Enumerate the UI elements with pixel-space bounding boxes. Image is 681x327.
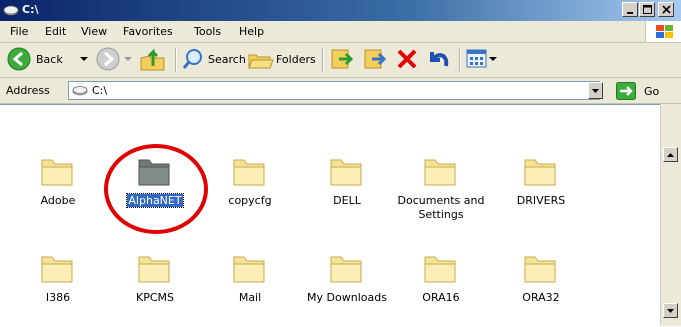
folder-icon	[524, 256, 556, 283]
forward-dropdown-icon[interactable]	[124, 57, 132, 63]
folder-label: KPCMS	[135, 291, 174, 304]
go-button-label[interactable]: Go	[644, 85, 659, 98]
chevron-up-icon	[667, 152, 674, 157]
menu-tools[interactable]: Tools	[194, 25, 221, 38]
address-input[interactable]	[68, 81, 600, 100]
folder-label: Adobe	[40, 194, 76, 207]
menu-favorites[interactable]: Favorites	[123, 25, 173, 38]
back-dropdown-icon[interactable]	[80, 57, 88, 63]
back-arrow-icon[interactable]	[7, 47, 31, 71]
window-title: C:\	[22, 3, 39, 16]
folder-label: DRIVERS	[516, 194, 566, 207]
folder-item[interactable]: Documents and Settings	[396, 154, 486, 222]
folder-item[interactable]: DELL	[302, 154, 392, 208]
search-button-label[interactable]: Search	[208, 53, 246, 66]
folder-icon	[424, 256, 456, 283]
folder-item[interactable]: copycfg	[205, 154, 295, 208]
windows-logo	[645, 21, 681, 42]
folder-icon	[41, 159, 73, 186]
search-icon[interactable]	[182, 48, 204, 70]
folder-item[interactable]: ORA32	[496, 251, 586, 305]
maximize-button[interactable]	[639, 2, 655, 17]
menu-edit[interactable]: Edit	[45, 25, 66, 38]
folder-item[interactable]: My Downloads	[302, 251, 392, 305]
folder-item[interactable]: DRIVERS	[496, 154, 586, 208]
close-icon	[661, 5, 671, 14]
go-arrow-icon[interactable]	[616, 82, 636, 100]
folders-icon[interactable]	[248, 47, 274, 71]
folders-button-label[interactable]: Folders	[276, 53, 316, 66]
views-dropdown-icon[interactable]	[489, 57, 497, 63]
folder-label: Mail	[238, 291, 262, 304]
folder-icon	[330, 256, 362, 283]
minimize-button[interactable]	[622, 2, 638, 17]
chevron-down-icon	[592, 88, 599, 93]
maximize-icon	[642, 5, 652, 14]
toolbar-separator	[175, 48, 177, 72]
up-folder-icon[interactable]	[139, 46, 167, 72]
back-button-label[interactable]: Back	[36, 53, 63, 66]
chevron-down-icon	[667, 308, 674, 313]
move-to-icon[interactable]	[329, 47, 355, 71]
folder-label: ORA16	[422, 291, 460, 304]
annotation-circle	[104, 144, 208, 234]
folder-icon	[41, 256, 73, 283]
menu-help[interactable]: Help	[239, 25, 264, 38]
title-bar	[0, 0, 681, 21]
folder-label: Documents and Settings	[397, 194, 485, 221]
folder-item[interactable]: ORA16	[396, 251, 486, 305]
folder-label: My Downloads	[307, 291, 387, 304]
folder-icon	[233, 256, 265, 283]
folder-icon	[330, 159, 362, 186]
folder-label: DELL	[333, 194, 361, 207]
folder-item[interactable]: KPCMS	[110, 251, 200, 305]
drive-icon	[72, 86, 88, 96]
scroll-down-button[interactable]	[663, 303, 678, 318]
toolbar-separator	[322, 48, 324, 72]
folder-icon	[138, 256, 170, 283]
folder-item[interactable]: Adobe	[13, 154, 103, 208]
windows-flag-icon	[656, 25, 673, 38]
delete-icon[interactable]	[396, 48, 418, 70]
address-label: Address	[6, 84, 50, 97]
menu-view[interactable]: View	[81, 25, 107, 38]
folder-icon	[424, 159, 456, 186]
views-icon[interactable]	[466, 48, 488, 70]
folder-icon	[233, 159, 265, 186]
folder-item[interactable]: Mail	[205, 251, 295, 305]
address-dropdown-button[interactable]	[588, 82, 603, 99]
folder-icon	[524, 159, 556, 186]
folder-label: copycfg	[228, 194, 272, 207]
close-button[interactable]	[658, 2, 674, 17]
vertical-scrollbar[interactable]	[660, 104, 681, 326]
menu-file[interactable]: File	[10, 25, 28, 38]
undo-icon[interactable]	[426, 48, 450, 70]
forward-arrow-icon[interactable]	[96, 47, 120, 71]
minimize-icon	[627, 11, 633, 14]
folder-label: ORA32	[522, 291, 560, 304]
scroll-up-button[interactable]	[663, 147, 678, 162]
toolbar-separator	[459, 48, 461, 72]
folder-item[interactable]: I386	[13, 251, 103, 305]
address-value: C:\	[92, 84, 108, 97]
copy-to-icon[interactable]	[362, 47, 388, 71]
folder-label: I386	[45, 291, 71, 304]
drive-icon	[3, 5, 19, 16]
